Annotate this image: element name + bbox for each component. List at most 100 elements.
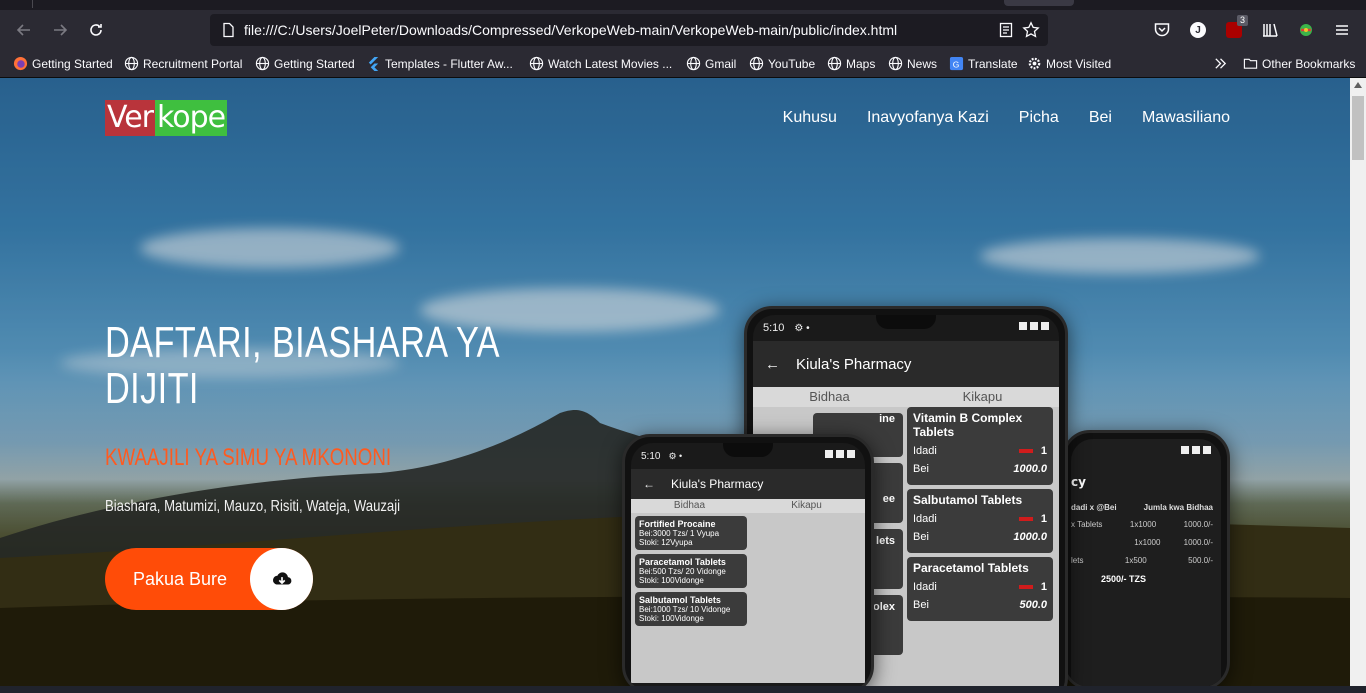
app-tabs: Bidhaa Kikapu bbox=[631, 499, 865, 513]
hamburger-menu-icon bbox=[1336, 25, 1348, 35]
bookmark-item[interactable]: Maps bbox=[826, 50, 875, 77]
ublock-extension-button[interactable]: 3 bbox=[1222, 15, 1248, 42]
bookmark-star-icon[interactable] bbox=[1022, 21, 1040, 39]
bookmark-item[interactable]: Recruitment Portal bbox=[123, 50, 242, 77]
navigation-toolbar: file:///C:/Users/JoelPeter/Downloads/Com… bbox=[0, 10, 1366, 50]
minus-icon[interactable] bbox=[1018, 517, 1033, 521]
url-bar[interactable]: file:///C:/Users/JoelPeter/Downloads/Com… bbox=[210, 14, 1048, 46]
arrow-left-icon[interactable]: ← bbox=[765, 356, 780, 373]
folder-icon bbox=[1242, 56, 1258, 72]
avatar: J bbox=[1190, 22, 1206, 38]
active-tab-edge[interactable] bbox=[1004, 0, 1074, 6]
account-button[interactable]: J bbox=[1186, 18, 1210, 42]
bookmark-item[interactable]: Gmail bbox=[685, 50, 736, 77]
product-name: Fortified Procaine bbox=[639, 519, 716, 529]
other-bookmarks-folder[interactable]: Other Bookmarks bbox=[1242, 50, 1355, 77]
globe-icon bbox=[123, 56, 139, 72]
download-button[interactable]: Pakua Bure bbox=[105, 548, 313, 610]
cart-item-name: Paracetamol Tablets bbox=[913, 561, 1029, 575]
receipt-col-qty: dadi x @Bei bbox=[1071, 503, 1117, 512]
hero-title: DAFTARI, BIASHARA YA DIJITI bbox=[105, 318, 499, 413]
price-row: Bei 1000.0 bbox=[913, 531, 1047, 543]
library-icon bbox=[1263, 23, 1278, 37]
minus-icon[interactable] bbox=[1018, 449, 1033, 453]
cart-item[interactable]: Vitamin B Complex Tablets Idadi 1 Bei 1000… bbox=[907, 407, 1053, 485]
bookmarks-overflow-button[interactable] bbox=[1212, 50, 1232, 77]
arrow-left-icon bbox=[16, 24, 30, 36]
cart-item[interactable]: Salbutamol Tablets Idadi 1 Bei 1000.0 bbox=[907, 489, 1053, 553]
qty-row: Idadi 1 bbox=[913, 581, 1047, 593]
nav-link-picha[interactable]: Picha bbox=[1019, 106, 1059, 130]
bookmark-label: Maps bbox=[846, 56, 876, 71]
menu-button[interactable] bbox=[1330, 18, 1354, 42]
bookmark-label: Other Bookmarks bbox=[1262, 56, 1356, 71]
bookmark-item[interactable]: Most Visited bbox=[1026, 50, 1111, 77]
nav-link-mawasiliano[interactable]: Mawasiliano bbox=[1142, 106, 1230, 130]
app-tab-cart[interactable]: Kikapu bbox=[906, 387, 1059, 407]
nav-link-inavyofanya-kazi[interactable]: Inavyofanya Kazi bbox=[867, 106, 989, 130]
status-bar: 5:10 ⚙ • bbox=[753, 315, 1059, 341]
hero-subtitle: KWAAJILI YA SIMU YA MKONONI bbox=[105, 444, 392, 471]
app-tab-products[interactable]: Bidhaa bbox=[631, 499, 748, 513]
bookmark-item[interactable]: G Translate bbox=[948, 50, 1018, 77]
back-button[interactable] bbox=[12, 18, 36, 42]
gear-icon: ⚙ • bbox=[668, 450, 683, 461]
nav-link-bei[interactable]: Bei bbox=[1089, 106, 1112, 130]
globe-icon bbox=[887, 56, 903, 72]
product-item[interactable]: Fortified Procaine Bei:3000 Tzs/ 1 Vyupa… bbox=[635, 516, 747, 550]
page-scrollbar[interactable] bbox=[1350, 78, 1366, 686]
logo-part-kope: kope bbox=[154, 100, 228, 136]
library-button[interactable] bbox=[1258, 18, 1282, 42]
receipt-row: lets 1x500 500.0/- bbox=[1071, 556, 1213, 565]
receipt-row: 1x1000 1000.0/- bbox=[1134, 538, 1213, 547]
price-row: Bei 500.0 bbox=[913, 599, 1047, 611]
product-list: Fortified Procaine Bei:3000 Tzs/ 1 Vyupa… bbox=[631, 513, 865, 683]
site-logo[interactable]: Ver kope bbox=[105, 100, 228, 136]
arrow-left-icon[interactable]: ← bbox=[643, 477, 655, 491]
product-item[interactable]: Paracetamol Tablets Bei:500 Tzs/ 20 Vido… bbox=[635, 554, 747, 588]
bookmark-item[interactable]: News bbox=[887, 50, 937, 77]
bookmark-item[interactable]: Watch Latest Movies ... bbox=[528, 50, 672, 77]
extension-button[interactable] bbox=[1294, 18, 1318, 42]
globe-icon bbox=[528, 56, 544, 72]
app-tab-products[interactable]: Bidhaa bbox=[753, 387, 906, 407]
pocket-icon bbox=[1154, 23, 1170, 37]
url-text[interactable]: file:///C:/Users/JoelPeter/Downloads/Com… bbox=[244, 14, 897, 46]
reader-view-icon[interactable] bbox=[998, 22, 1014, 38]
product-stock: Stoki: 100Vidonge bbox=[639, 614, 704, 623]
bookmark-item[interactable]: YouTube bbox=[748, 50, 815, 77]
nav-link-kuhusu[interactable]: Kuhusu bbox=[783, 106, 837, 130]
minus-icon[interactable] bbox=[1018, 585, 1033, 589]
pocket-button[interactable] bbox=[1150, 18, 1174, 42]
gear-icon bbox=[1026, 56, 1042, 72]
bookmark-item[interactable]: Templates - Flutter Aw... bbox=[365, 50, 513, 77]
cart-item-name: Vitamin B Complex Tablets bbox=[913, 411, 1023, 439]
status-time: 5:10 bbox=[641, 450, 661, 462]
app-bar: ← Kiula's Pharmacy bbox=[753, 341, 1059, 387]
ublock-icon: 3 bbox=[1226, 15, 1248, 38]
logo-part-ver: Ver bbox=[105, 100, 155, 136]
bookmark-item[interactable]: Getting Started bbox=[254, 50, 355, 77]
scroll-up-arrow-icon[interactable] bbox=[1354, 82, 1362, 88]
hero-section: Ver kope Kuhusu Inavyofanya Kazi Picha B… bbox=[0, 78, 1350, 686]
app-tab-cart[interactable]: Kikapu bbox=[748, 499, 865, 513]
status-bar: 5:10 ⚙ • bbox=[631, 443, 865, 469]
bookmark-label: News bbox=[907, 56, 938, 71]
bookmark-label: Translate bbox=[968, 56, 1018, 71]
price-row: Bei 1000.0 bbox=[913, 463, 1047, 475]
cart-item[interactable]: Paracetamol Tablets Idadi 1 Bei 500.0 bbox=[907, 557, 1053, 621]
forward-button[interactable] bbox=[48, 18, 72, 42]
globe-icon bbox=[685, 56, 701, 72]
product-item[interactable]: Salbutamol Tablets Bei:1000 Tzs/ 10 Vido… bbox=[635, 592, 747, 626]
reload-button[interactable] bbox=[84, 18, 108, 42]
gear-icon: ⚙ • bbox=[794, 322, 810, 334]
qty-row: Idadi 1 bbox=[913, 513, 1047, 525]
bookmark-label: YouTube bbox=[768, 56, 816, 71]
scrollbar-thumb[interactable] bbox=[1352, 96, 1364, 160]
page-icon bbox=[223, 22, 234, 38]
cart-item-name: Salbutamol Tablets bbox=[913, 493, 1023, 507]
bookmark-label: Watch Latest Movies ... bbox=[548, 56, 673, 71]
status-time: 5:10 bbox=[763, 322, 785, 334]
bookmark-item[interactable]: Getting Started bbox=[12, 50, 113, 77]
download-button-label: Pakua Bure bbox=[133, 568, 228, 589]
